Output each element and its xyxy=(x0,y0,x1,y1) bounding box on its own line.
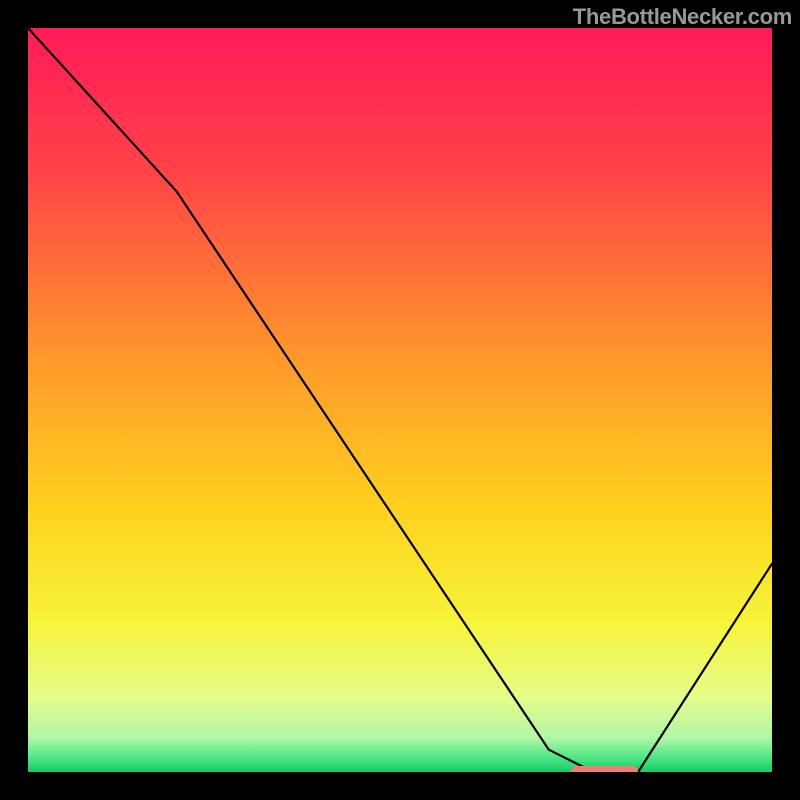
curve-line xyxy=(28,28,772,772)
plot-area xyxy=(28,28,772,772)
optimal-range-marker xyxy=(571,766,638,772)
bottleneck-chart: TheBottleNecker.com xyxy=(0,0,800,800)
watermark-text: TheBottleNecker.com xyxy=(573,4,792,30)
